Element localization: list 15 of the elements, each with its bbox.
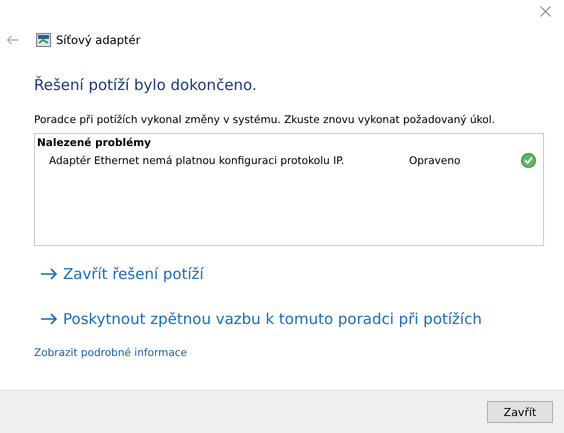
page-heading: Řešení potíží bylo dokončeno. <box>34 76 257 94</box>
arrow-icon <box>40 313 58 325</box>
problem-text: Adaptér Ethernet nemá platnou konfiguraci protokolu IP. <box>49 154 346 166</box>
close-button[interactable]: Zavřít <box>487 401 553 423</box>
network-adapter-icon <box>36 33 51 47</box>
panel-header: Nalezené problémy <box>37 137 152 149</box>
details-link[interactable]: Zobrazit podrobné informace <box>34 347 188 359</box>
problem-status: Opraveno <box>409 154 462 166</box>
window-title: Síťový adaptér <box>56 33 140 47</box>
action-link[interactable]: Zavřít řešení potíží <box>40 260 204 288</box>
close-icon[interactable] <box>540 6 551 17</box>
back-arrow-icon[interactable] <box>6 35 19 45</box>
description-text: Poradce při potížích vykonal změny v systému. Zkuste znovu vykonat požadovaný úkol. <box>34 114 495 126</box>
action-link[interactable]: Poskytnout zpětnou vazbu k tomuto poradci při potížích <box>40 305 482 333</box>
arrow-icon <box>40 268 58 280</box>
